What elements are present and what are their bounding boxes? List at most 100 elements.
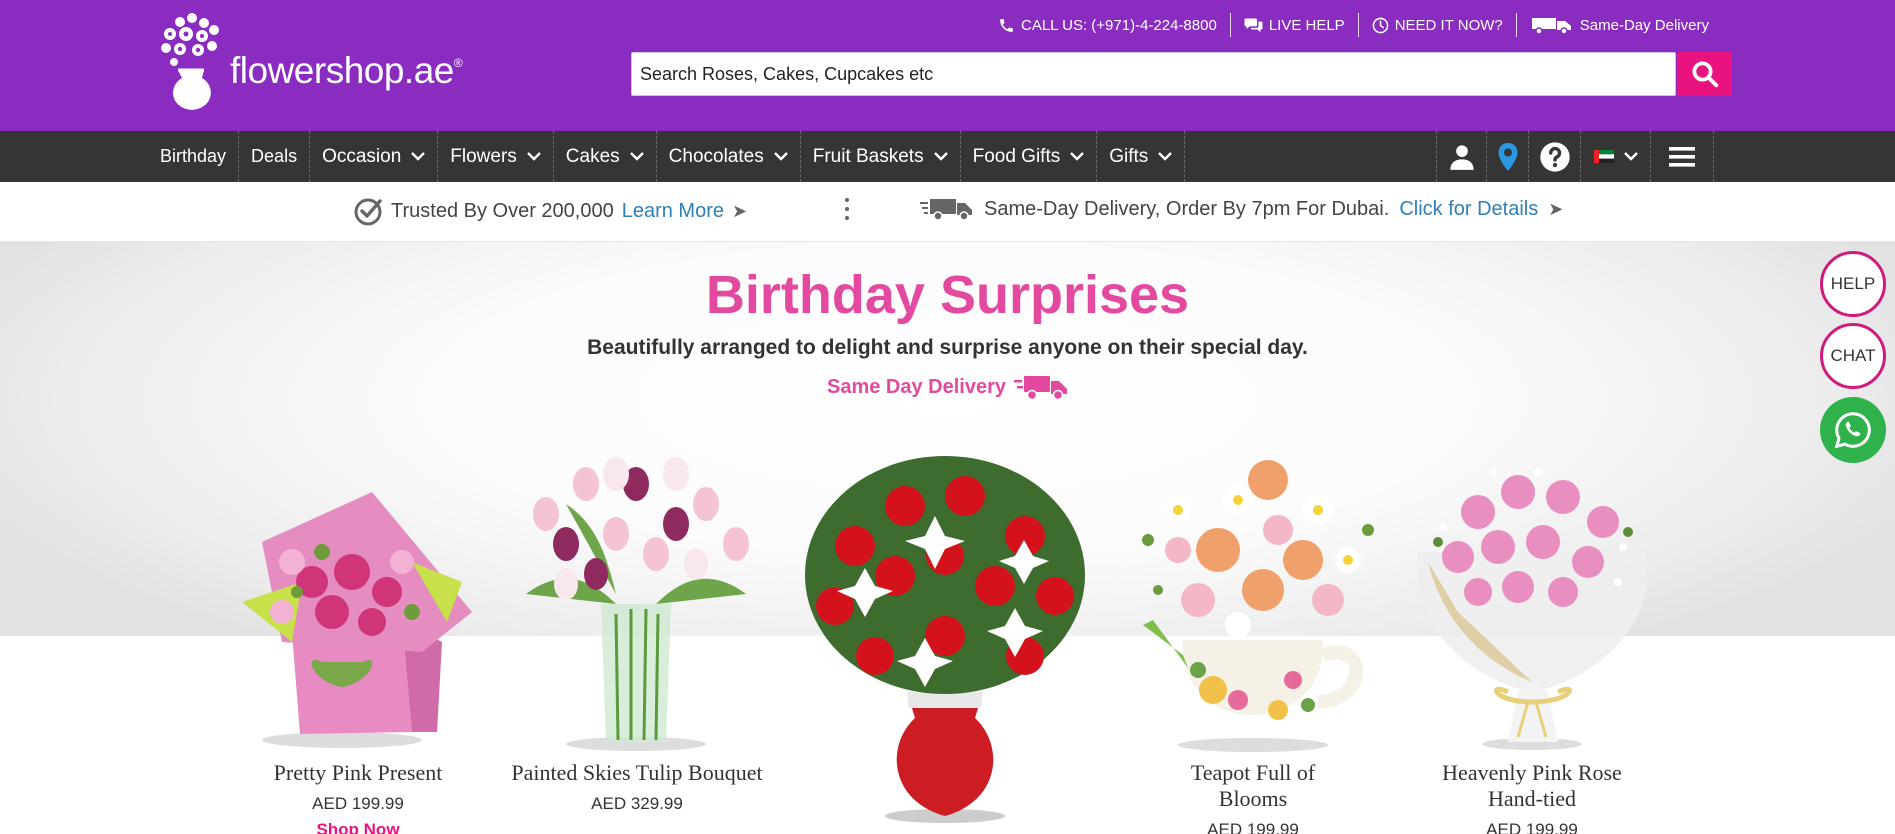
need-it-now-label: NEED IT NOW? [1394,16,1503,34]
chat-floating-button[interactable]: CHAT [1820,323,1886,389]
nav-item-cakes[interactable]: Cakes [554,131,657,182]
nav-item-label: Fruit Baskets [812,145,924,167]
product-name: Teapot Full of Blooms [1190,760,1316,811]
clock-icon [1372,17,1389,33]
call-us-label: CALL US: (+971)-4-224-8800 [1021,16,1217,34]
nav-item-flowers[interactable]: Flowers [438,131,554,182]
help-floating-button[interactable]: HELP [1820,251,1886,317]
product-image-teapot-full-of-blooms[interactable] [1118,440,1388,755]
nav-item-label: Deals [251,146,298,166]
nav-item-deals[interactable]: Deals [239,131,311,182]
nav-item-label: Food Gifts [972,145,1061,167]
search-button[interactable] [1677,52,1732,96]
menu-icon [1669,146,1695,167]
product-name: Heavenly Pink Rose Hand-tied [1442,760,1622,811]
delivery-truck-icon [1531,18,1571,35]
product-card[interactable]: Teapot Full of Blooms AED 199.99 [1118,760,1388,834]
product-card[interactable]: Heavenly Pink Rose Hand-tied AED 199.99 [1398,760,1666,834]
chevron-down-icon [1158,152,1173,161]
brand-name: flowershop.ae [230,50,454,91]
arrow-right-icon: ➤ [1548,198,1564,219]
brand-wordmark[interactable]: flowershop.ae® [230,50,463,92]
chevron-down-icon [1070,152,1085,161]
chevron-down-icon [526,152,541,161]
need-it-now-link[interactable]: NEED IT NOW? [1359,13,1517,37]
nav-item-gifts[interactable]: Gifts [1097,131,1186,182]
chevron-down-icon [933,152,948,161]
chevron-down-icon [1623,152,1638,161]
chevron-down-icon [773,152,788,161]
call-us-link[interactable]: CALL US: (+971)-4-224-8800 [996,13,1231,37]
whatsapp-floating-button[interactable] [1820,397,1886,463]
click-for-details-link[interactable]: Click for Details [1399,198,1538,221]
product-name: Pretty Pink Present [273,760,443,785]
brand-registered-mark: ® [453,56,463,70]
search-icon [1692,61,1718,88]
help-floating-label: HELP [1830,274,1876,293]
nav-item-label: Chocolates [668,145,764,167]
country-selector[interactable] [1580,131,1650,182]
page-subtitle: Beautifully arranged to delight and surp… [587,336,1308,359]
store-locator-button[interactable] [1486,131,1528,182]
product-image-heavenly-pink-rose-hand-tied[interactable] [1398,452,1666,752]
delivery-truck-icon [920,199,972,221]
uae-flag-icon [1593,150,1614,163]
chevron-down-icon [411,152,426,161]
learn-more-link[interactable]: Learn More [622,200,724,223]
nav-item-label: Occasion [322,145,402,167]
nav-item-label: Cakes [565,145,620,167]
delivery-message: Same-Day Delivery, Order By 7pm For Duba… [920,196,1563,222]
same-day-delivery-label: Same-Day Delivery [1579,16,1709,34]
fast-delivery-truck-icon [1014,376,1068,401]
vertical-dots-separator [845,198,849,220]
whatsapp-icon [1834,412,1871,449]
live-help-label: LIVE HELP [1268,16,1345,34]
nav-item-occasion[interactable]: Occasion [310,131,439,182]
chevron-down-icon [629,152,644,161]
trust-message: Trusted By Over 200,000 Learn More ➤ [353,196,747,226]
checkmark-circle-icon [354,198,382,226]
product-price: AED 329.99 [591,794,683,813]
nav-item-label: Gifts [1109,145,1149,167]
nav-item-label: Flowers [450,145,517,167]
nav-utility-icons [1436,131,1714,182]
chat-floating-label: CHAT [1830,346,1876,365]
trust-bar: Trusted By Over 200,000 Learn More ➤ Sam… [0,182,1895,242]
product-price: AED 199.99 [312,794,404,813]
shop-now-link[interactable]: Shop Now [222,820,494,834]
product-price: AED 199.99 [1486,820,1578,834]
product-price: AED 199.99 [1207,820,1299,834]
account-button[interactable] [1436,131,1486,182]
nav-item-fruit-baskets[interactable]: Fruit Baskets [801,131,961,182]
main-nav: Birthday Deals Occasion Flowers Cakes Ch… [0,131,1895,182]
trusted-by-text: Trusted By Over 200,000 [391,199,614,222]
nav-item-birthday[interactable]: Birthday [150,131,240,182]
product-card[interactable]: Pretty Pink Present AED 199.99 Shop Now [222,760,494,834]
location-pin-icon [1498,142,1517,171]
help-button[interactable] [1528,131,1580,182]
same-day-delivery-label: Same Day Delivery [827,375,1007,398]
arrow-right-icon: ➤ [732,200,748,221]
nav-menu: Birthday Deals Occasion Flowers Cakes Ch… [150,131,1186,182]
product-image-red-roses-lilies-vase[interactable] [795,456,1095,826]
search-input[interactable] [632,53,1675,95]
page-title: Birthday Surprises [705,265,1190,325]
nav-item-label: Birthday [160,146,227,166]
nav-item-food-gifts[interactable]: Food Gifts [961,131,1098,182]
product-image-pretty-pink-present[interactable] [222,482,494,752]
top-links: CALL US: (+971)-4-224-8800 LIVE HELP NEE… [996,13,1722,37]
live-help-link[interactable]: LIVE HELP [1231,13,1359,37]
same-day-delivery-text: Same-Day Delivery, Order By 7pm For Duba… [984,197,1390,220]
help-icon [1539,141,1570,172]
account-icon [1449,144,1474,170]
site-header: flowershop.ae® CALL US: (+971)-4-224-880… [0,0,1895,131]
nav-item-chocolates[interactable]: Chocolates [657,131,801,182]
product-name: Painted Skies Tulip Bouquet [511,760,763,785]
phone-icon [1000,18,1013,32]
product-card[interactable]: Painted Skies Tulip Bouquet AED 329.99 [506,760,768,814]
menu-button[interactable] [1650,131,1714,182]
chat-bubbles-icon [1244,18,1263,32]
search-box [631,52,1676,96]
same-day-delivery-link[interactable]: Same-Day Delivery [1517,13,1722,37]
product-image-painted-skies-tulip-bouquet[interactable] [506,444,768,754]
